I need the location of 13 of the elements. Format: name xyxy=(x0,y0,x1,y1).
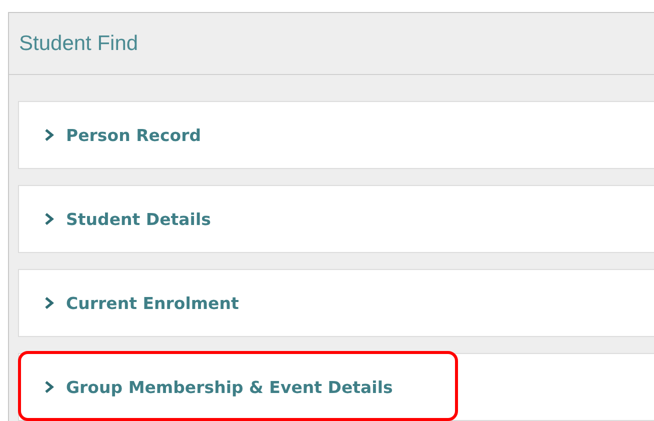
chevron-right-icon xyxy=(44,297,54,309)
window-title: Student Find xyxy=(19,32,138,56)
section-title: Student Details xyxy=(66,210,211,228)
accordion-section[interactable]: Group Membership & Event Details xyxy=(18,353,654,421)
chevron-right-icon xyxy=(44,129,54,141)
accordion-section[interactable]: Person Record xyxy=(18,101,654,169)
section-title: Person Record xyxy=(66,126,202,144)
accordion-section[interactable]: Student Details xyxy=(18,185,654,253)
chevron-right-icon xyxy=(44,213,54,225)
section-title: Current Enrolment xyxy=(66,294,239,312)
accordion-section[interactable]: Current Enrolment xyxy=(18,269,654,337)
chevron-right-icon xyxy=(44,381,54,393)
section-title: Group Membership & Event Details xyxy=(66,378,393,396)
